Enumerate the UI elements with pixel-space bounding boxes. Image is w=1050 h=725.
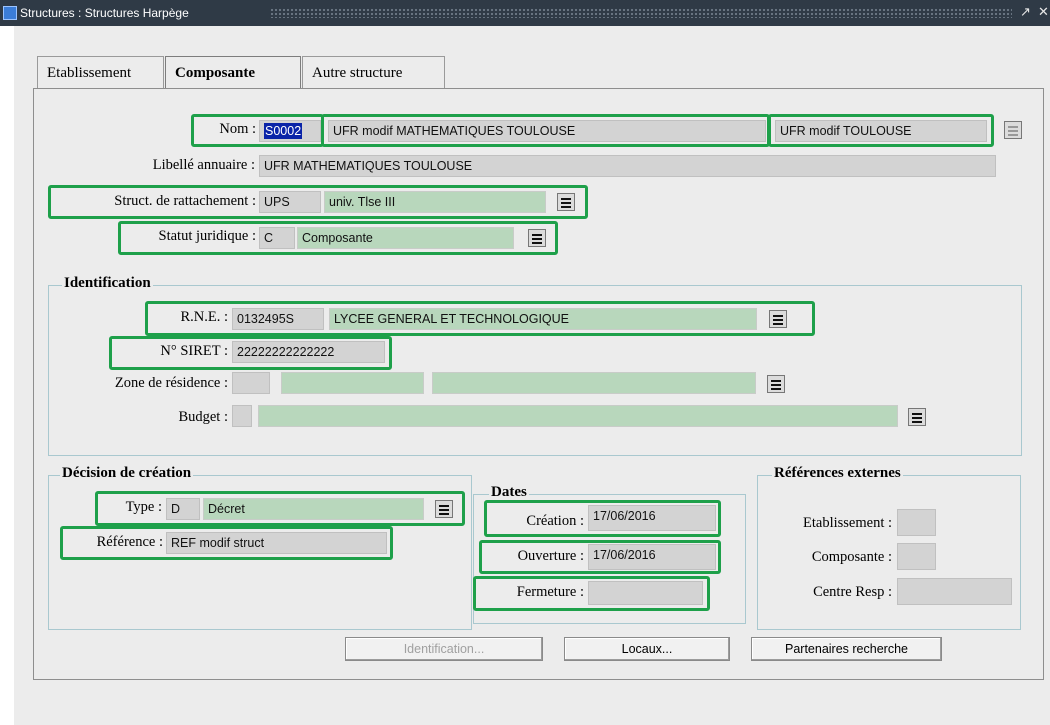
statut-list-icon[interactable] xyxy=(528,229,546,247)
ref-centre-label: Centre Resp : xyxy=(813,584,892,600)
tab-autre-structure[interactable]: Autre structure xyxy=(302,56,445,88)
rne-list-icon[interactable] xyxy=(769,310,787,328)
statut-label: Statut juridique : xyxy=(158,228,256,244)
zone-label: Zone de résidence : xyxy=(114,375,228,391)
ouverture-field[interactable]: 17/06/2016 xyxy=(588,544,716,570)
siret-label: N° SIRET : xyxy=(160,343,228,359)
rne-value-field[interactable]: LYCEE GENERAL ET TECHNOLOGIQUE xyxy=(329,308,757,330)
nom-code-field[interactable]: S0002 xyxy=(259,120,321,142)
creation-label: Création : xyxy=(526,513,584,529)
statut-value-field[interactable]: Composante xyxy=(297,227,514,249)
budget-code-field[interactable] xyxy=(232,405,252,427)
zone-field-3[interactable] xyxy=(432,372,756,394)
budget-list-icon[interactable] xyxy=(908,408,926,426)
tab-composante[interactable]: Composante xyxy=(165,56,301,90)
partenaires-recherche-button[interactable]: Partenaires recherche xyxy=(751,637,942,661)
rattachement-label: Struct. de rattachement : xyxy=(114,193,256,209)
libelle-label: Libellé annuaire : xyxy=(152,157,255,173)
ref-etablissement-label: Etablissement : xyxy=(803,515,892,531)
window-title: Structures : Structures Harpège xyxy=(20,6,189,20)
nom-long-field[interactable]: UFR modif MATHEMATIQUES TOULOUSE xyxy=(328,120,766,142)
rattachement-list-icon[interactable] xyxy=(557,193,575,211)
reference-field[interactable]: REF modif struct xyxy=(166,532,387,554)
creation-field[interactable]: 17/06/2016 xyxy=(588,505,716,531)
ref-etablissement-field[interactable] xyxy=(897,509,936,536)
decision-title: Décision de création xyxy=(60,465,194,482)
nom-list-icon[interactable] xyxy=(1004,121,1022,139)
rne-label: R.N.E. : xyxy=(180,309,228,325)
dates-title: Dates xyxy=(489,484,529,501)
libelle-field[interactable]: UFR MATHEMATIQUES TOULOUSE xyxy=(259,155,996,177)
type-list-icon[interactable] xyxy=(435,500,453,518)
ref-composante-field[interactable] xyxy=(897,543,936,570)
siret-field[interactable]: 22222222222222 xyxy=(232,341,385,363)
title-bar-grip xyxy=(270,8,1012,18)
type-code-field[interactable]: D xyxy=(166,498,200,520)
ref-composante-label: Composante : xyxy=(811,549,892,565)
identification-button[interactable]: Identification... xyxy=(345,637,543,661)
fermeture-label: Fermeture : xyxy=(516,584,584,600)
budget-value-field[interactable] xyxy=(258,405,898,427)
refs-title: Références externes xyxy=(772,465,903,482)
rattachement-code-field[interactable]: UPS xyxy=(259,191,321,213)
zone-code-field[interactable] xyxy=(232,372,270,394)
tab-etablissement[interactable]: Etablissement xyxy=(37,56,164,88)
nom-label: Nom : xyxy=(219,121,256,137)
ouverture-label: Ouverture : xyxy=(517,548,584,564)
type-label: Type : xyxy=(125,499,162,515)
rattachement-value-field[interactable]: univ. Tlse III xyxy=(324,191,546,213)
statut-code-field[interactable]: C xyxy=(259,227,295,249)
window-title-bar: Structures : Structures Harpège ↗ ✕ xyxy=(0,0,1050,26)
maximize-icon[interactable]: ↗ xyxy=(1020,4,1031,20)
budget-label: Budget : xyxy=(178,409,228,425)
nom-code-value: S0002 xyxy=(264,123,303,139)
ref-centre-field[interactable] xyxy=(897,578,1012,605)
close-icon[interactable]: ✕ xyxy=(1038,4,1049,20)
zone-list-icon[interactable] xyxy=(767,375,785,393)
rne-code-field[interactable]: 0132495S xyxy=(232,308,324,330)
fermeture-field[interactable] xyxy=(588,581,703,605)
nom-short-field[interactable]: UFR modif TOULOUSE xyxy=(775,120,987,142)
app-icon xyxy=(3,6,17,20)
identification-title: Identification xyxy=(62,275,153,292)
zone-field-2[interactable] xyxy=(281,372,424,394)
locaux-button[interactable]: Locaux... xyxy=(564,637,730,661)
reference-label: Référence : xyxy=(96,534,163,550)
type-value-field[interactable]: Décret xyxy=(203,498,424,520)
